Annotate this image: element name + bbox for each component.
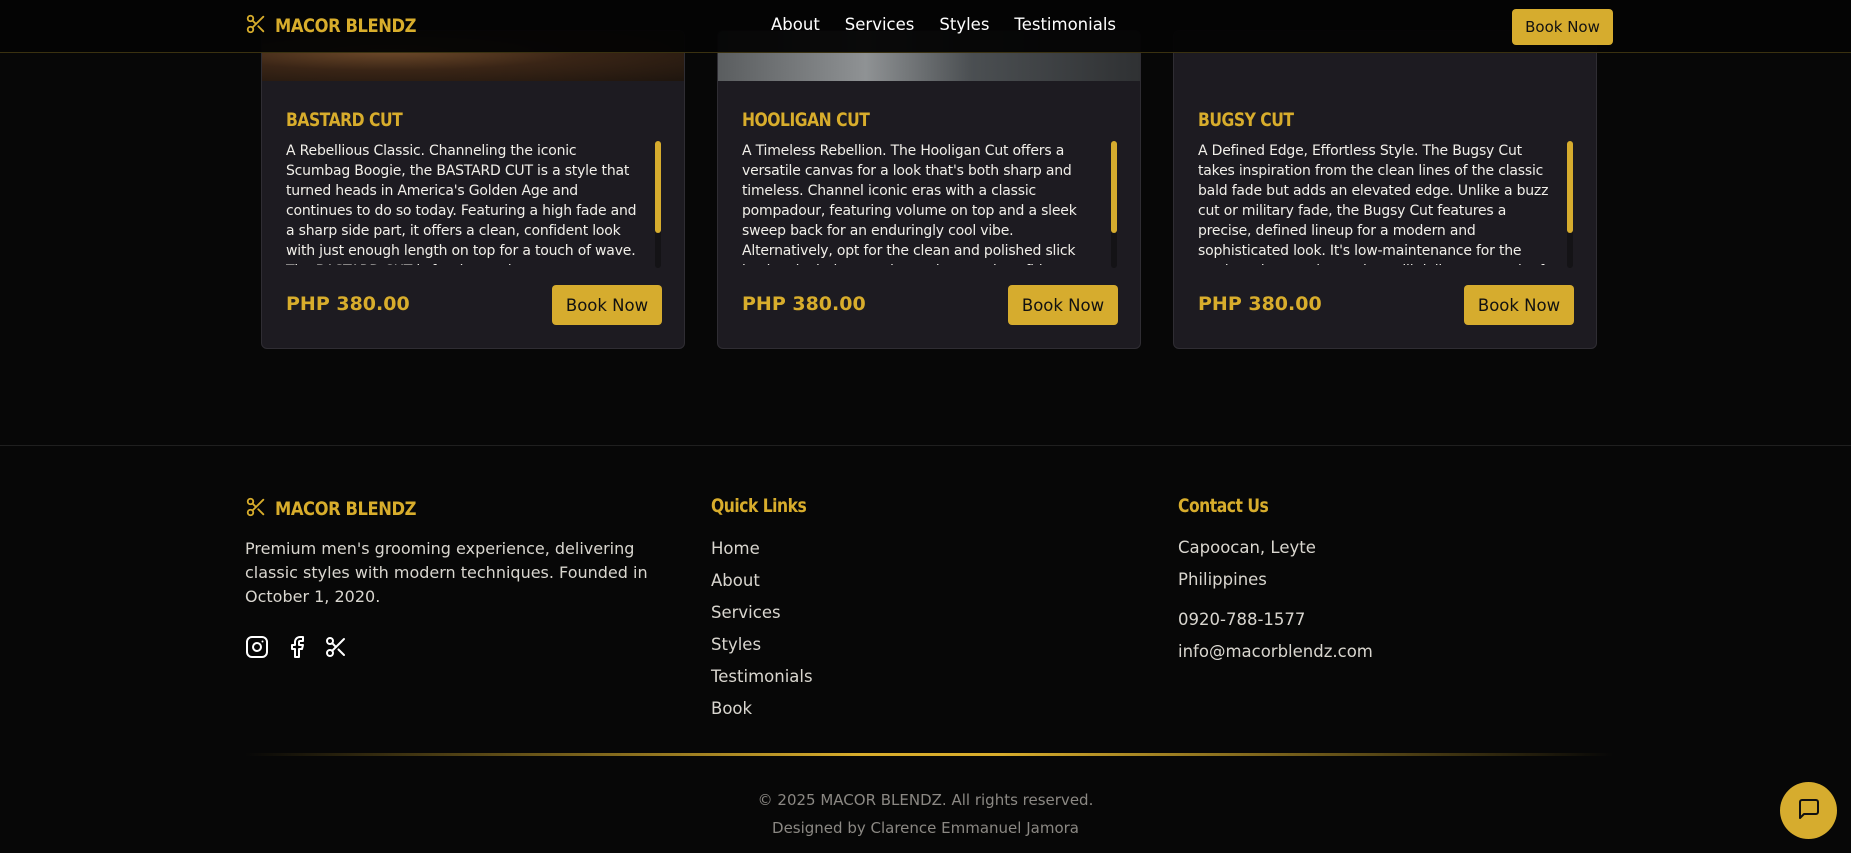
- nav-styles[interactable]: Styles: [939, 15, 989, 34]
- card-price: PHP 380.00: [1198, 293, 1322, 315]
- footer-gold-rule: [245, 753, 1613, 756]
- description-scrollbar[interactable]: [1111, 141, 1117, 268]
- scissors-icon[interactable]: [323, 634, 349, 660]
- card-book-now-button[interactable]: Book Now: [552, 285, 662, 325]
- nav-about[interactable]: About: [771, 15, 820, 34]
- style-card-bugsy: BUGSY CUT A Defined Edge, Effortless Sty…: [1173, 30, 1597, 349]
- card-description: A Timeless Rebellion. The Hooligan Cut o…: [742, 143, 1080, 265]
- card-title: BASTARD CUT: [286, 109, 403, 131]
- footer-divider: [0, 445, 1851, 446]
- style-card-hooligan: HOOLIGAN CUT A Timeless Rebellion. The H…: [717, 30, 1141, 349]
- contact-address-line1: Capoocan, Leyte: [1178, 538, 1316, 557]
- facebook-icon[interactable]: [284, 634, 310, 660]
- card-book-now-button[interactable]: Book Now: [1008, 285, 1118, 325]
- main-nav: About Services Styles Testimonials: [771, 15, 1116, 34]
- quick-links-list: Home About Services Styles Testimonials …: [711, 538, 813, 730]
- card-price: PHP 380.00: [742, 293, 866, 315]
- copyright-text: © 2025 MACOR BLENDZ. All rights reserved…: [757, 791, 1094, 809]
- quick-link-testimonials[interactable]: Testimonials: [711, 666, 813, 698]
- description-scrollbar[interactable]: [655, 141, 661, 268]
- scissors-icon: [245, 13, 267, 39]
- quick-link-home[interactable]: Home: [711, 538, 813, 570]
- card-title: BUGSY CUT: [1198, 109, 1294, 131]
- nav-testimonials[interactable]: Testimonials: [1014, 15, 1116, 34]
- description-scrollbar[interactable]: [1567, 141, 1573, 268]
- contact-address-line2: Philippines: [1178, 570, 1267, 589]
- footer-logo-text: MACOR BLENDZ: [275, 498, 417, 520]
- quick-link-book[interactable]: Book: [711, 698, 813, 730]
- quick-link-styles[interactable]: Styles: [711, 634, 813, 666]
- card-title: HOOLIGAN CUT: [742, 109, 870, 131]
- contact-email[interactable]: info@macorblendz.com: [1178, 642, 1373, 661]
- footer-logo[interactable]: MACOR BLENDZ: [245, 496, 439, 522]
- style-card-bastard: BASTARD CUT A Rebellious Classic. Channe…: [261, 30, 685, 349]
- scrollbar-thumb[interactable]: [1111, 141, 1117, 233]
- contact-phone[interactable]: 0920-788-1577: [1178, 610, 1305, 629]
- chat-button[interactable]: [1780, 782, 1837, 839]
- quick-link-services[interactable]: Services: [711, 602, 813, 634]
- site-header: MACOR BLENDZ About Services Styles Testi…: [0, 0, 1851, 53]
- card-price: PHP 380.00: [286, 293, 410, 315]
- scrollbar-thumb[interactable]: [1567, 141, 1573, 233]
- designer-credit: Designed by Clarence Emmanuel Jamora: [772, 819, 1079, 837]
- card-description: A Defined Edge, Effortless Style. The Bu…: [1198, 143, 1549, 265]
- instagram-icon[interactable]: [244, 634, 270, 660]
- header-logo[interactable]: MACOR BLENDZ: [245, 13, 439, 39]
- quick-links-title: Quick Links: [711, 495, 807, 517]
- card-book-now-button[interactable]: Book Now: [1464, 285, 1574, 325]
- nav-services[interactable]: Services: [845, 15, 915, 34]
- scissors-icon: [245, 496, 267, 522]
- scrollbar-thumb[interactable]: [655, 141, 661, 233]
- contact-title: Contact Us: [1178, 495, 1269, 517]
- header-book-now-button[interactable]: Book Now: [1512, 9, 1613, 45]
- logo-text: MACOR BLENDZ: [275, 15, 417, 37]
- chat-bubble-icon: [1797, 797, 1821, 825]
- footer-description: Premium men's grooming experience, deliv…: [245, 539, 648, 606]
- quick-link-about[interactable]: About: [711, 570, 813, 602]
- card-description: A Rebellious Classic. Channeling the ico…: [286, 143, 637, 265]
